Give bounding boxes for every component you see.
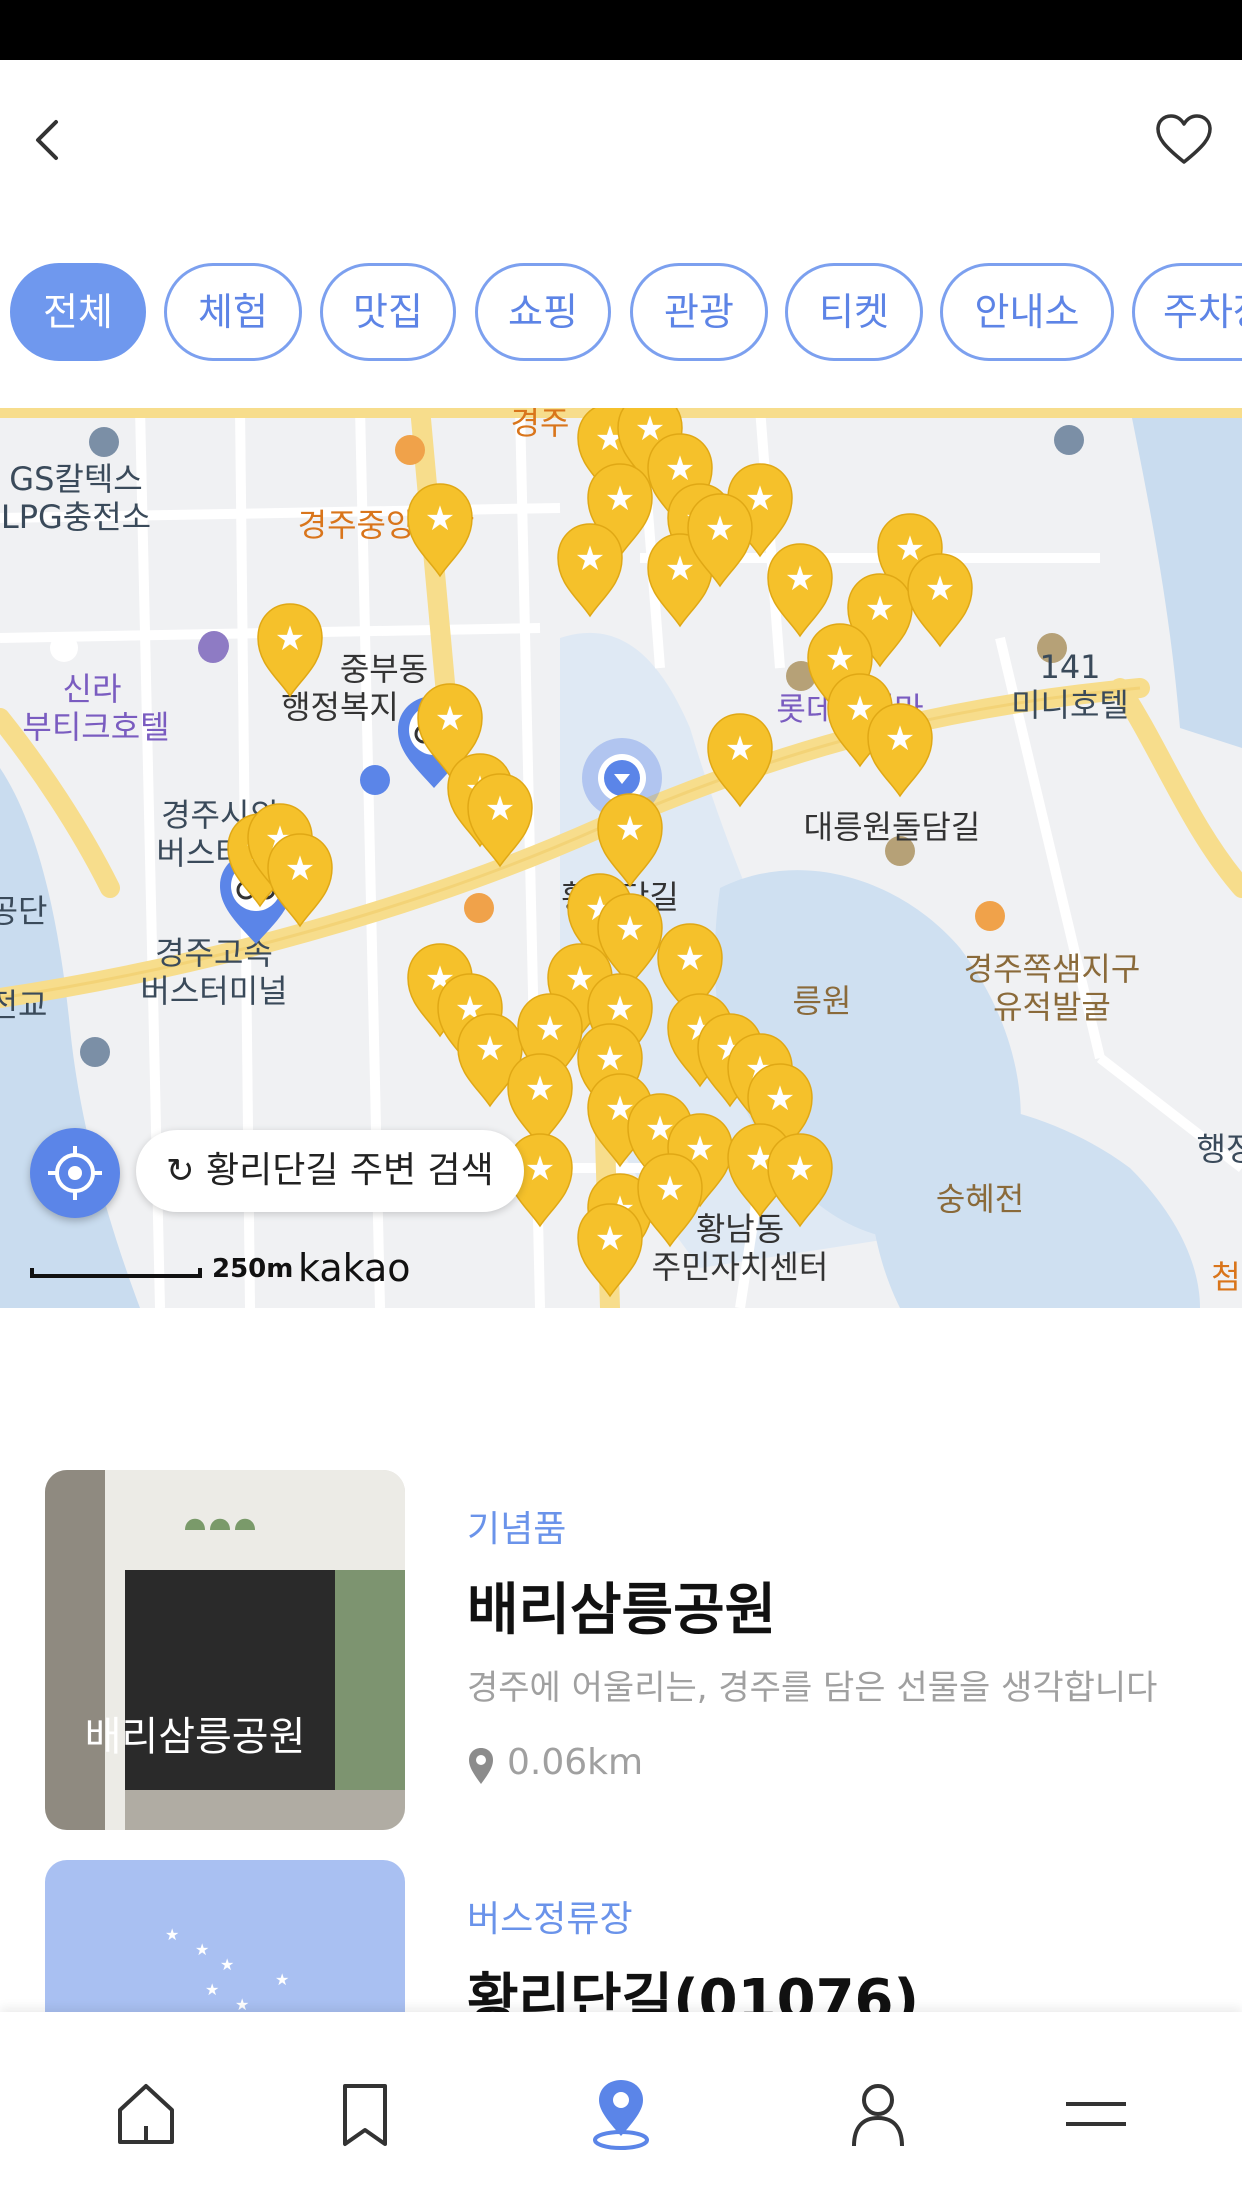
search-this-area-label: 황리단길 주변 검색 — [205, 1150, 494, 1191]
star-icon: ★ — [665, 549, 695, 589]
filter-chip-sightseeing[interactable]: 관광 — [630, 263, 768, 361]
star-icon: ★ — [605, 479, 635, 519]
menu-icon[interactable] — [1056, 2074, 1136, 2154]
map-label-jjoksaem2: 유적발굴 — [993, 988, 1111, 1026]
filter-chip-restaurant[interactable]: 맛집 — [320, 263, 456, 361]
bookmark-icon[interactable] — [325, 2074, 405, 2154]
svg-text:★: ★ — [195, 1940, 209, 1959]
map-view[interactable]: GS칼텍스 LPG충전소 경주중앙시장 신라 부티크호텔 중부동 행정복지 경주… — [0, 408, 1242, 1308]
location-pin-icon — [469, 1748, 493, 1784]
map-label-cheom: 첨 — [1211, 1258, 1240, 1296]
map-label-sunghye: 숭혜전 — [936, 1180, 1024, 1218]
map-label-gs2: LPG충전소 — [1, 498, 151, 536]
map-label-gs: GS칼텍스 — [9, 460, 142, 498]
svg-text:★: ★ — [205, 1980, 219, 1999]
result-card[interactable]: ★ ★ ★ ★ ★ ★ 버스정류장 황리단길(01076) — [45, 1860, 1205, 2012]
heart-outline-icon[interactable] — [1154, 110, 1214, 170]
category-filter-bar: 전체 체험 맛집 쇼핑 관광 티켓 안내소 주차장 — [0, 258, 1242, 368]
map-label-141b: 미니호텔 — [1011, 686, 1129, 724]
svg-text:★: ★ — [235, 1995, 249, 2012]
top-bar — [0, 60, 1242, 210]
scale-label: 250m — [212, 1254, 294, 1284]
map-label-daereung: 대릉원돌담길 — [804, 808, 981, 846]
place-distance: 0.06km — [507, 1742, 644, 1783]
map-label-silla: 신라 — [63, 670, 122, 708]
map-label-haeng: 행정 — [1197, 1130, 1242, 1168]
place-title: 배리삼릉공원 — [467, 1578, 777, 1643]
star-icon: ★ — [615, 809, 645, 849]
place-title: 황리단길(01076) — [467, 1968, 920, 2012]
star-icon: ★ — [675, 939, 705, 979]
crosshair-icon — [48, 1146, 102, 1200]
scale-bar — [30, 1268, 202, 1278]
map-label-141: 141 — [1039, 648, 1100, 686]
star-icon: ★ — [885, 719, 915, 759]
search-this-area-button[interactable]: ↻ 황리단길 주변 검색 — [136, 1130, 524, 1212]
star-icon: ★ — [725, 729, 755, 769]
star-icon: ★ — [825, 639, 855, 679]
refresh-icon: ↻ — [166, 1151, 195, 1191]
star-icon: ★ — [705, 509, 735, 549]
map-label-jungbu: 중부동 — [340, 650, 428, 688]
profile-icon[interactable] — [838, 2074, 918, 2154]
map-label-hwangnam: 황남동 — [696, 1210, 784, 1248]
filter-chip-experience[interactable]: 체험 — [164, 263, 302, 361]
star-icon: ★ — [475, 1029, 505, 1069]
star-icon: ★ — [435, 699, 465, 739]
star-icon: ★ — [575, 539, 605, 579]
map-label-silla2: 부티크호텔 — [22, 708, 169, 746]
place-category: 기념품 — [467, 1509, 567, 1550]
map-label-jjoksaem: 경주쪽샘지구 — [964, 950, 1141, 988]
place-description: 경주에 어울리는, 경주를 담은 선물을 생각합니다 — [467, 1668, 1158, 1708]
filter-chip-shopping[interactable]: 쇼핑 — [475, 263, 611, 361]
filter-chip-all[interactable]: 전체 — [10, 263, 146, 361]
svg-text:★: ★ — [220, 1955, 234, 1974]
star-icon: ★ — [275, 619, 305, 659]
place-thumbnail: ★ ★ ★ ★ ★ ★ — [45, 1860, 405, 2012]
map-label-gongdan: 공단 — [0, 892, 47, 930]
map-label-gyeongju: 경주 — [511, 408, 570, 442]
star-icon: ★ — [425, 499, 455, 539]
star-icon: ★ — [785, 1149, 815, 1189]
home-icon[interactable] — [106, 2074, 186, 2154]
filter-chip-parking[interactable]: 주차장 — [1132, 263, 1242, 361]
map-label-jeongyo: 전교 — [0, 986, 47, 1024]
star-icon: ★ — [595, 1039, 625, 1079]
status-bar — [0, 0, 1242, 60]
star-icon: ★ — [925, 569, 955, 609]
star-icon: ★ — [595, 1219, 625, 1259]
star-icon: ★ — [655, 1169, 685, 1209]
map-label-bunseong: 릉원 — [793, 982, 852, 1020]
result-card[interactable]: 배리삼릉공원 기념품 배리삼릉공원 경주에 어울리는, 경주를 담은 선물을 생… — [45, 1470, 1205, 1830]
star-icon: ★ — [865, 589, 895, 629]
place-thumbnail: 배리삼릉공원 — [45, 1470, 405, 1830]
map-pin-icon[interactable] — [581, 2074, 661, 2154]
place-category: 버스정류장 — [467, 1899, 633, 1940]
star-icon: ★ — [525, 1149, 555, 1189]
map-label-hwangnam2: 주민자치센터 — [652, 1248, 829, 1286]
star-icon: ★ — [665, 449, 695, 489]
star-icon: ★ — [285, 849, 315, 889]
star-icon: ★ — [535, 1009, 565, 1049]
filter-chip-ticket[interactable]: 티켓 — [785, 263, 923, 361]
locate-me-button[interactable] — [30, 1128, 120, 1218]
thumb-sign-text: 배리삼릉공원 — [85, 1714, 306, 1760]
filter-chip-info-center[interactable]: 안내소 — [940, 263, 1114, 361]
map-label-bus2b: 버스터미널 — [140, 972, 287, 1010]
star-icon: ★ — [605, 989, 635, 1029]
star-icon: ★ — [525, 1069, 555, 1109]
bottom-navigation — [0, 2012, 1242, 2208]
star-icon: ★ — [615, 909, 645, 949]
star-icon: ★ — [765, 1079, 795, 1119]
star-icon: ★ — [785, 559, 815, 599]
map-label-jungbu2: 행정복지 — [281, 688, 399, 726]
star-icon: ★ — [485, 789, 515, 829]
svg-text:★: ★ — [165, 1925, 179, 1944]
chevron-left-icon[interactable] — [28, 110, 68, 170]
svg-text:★: ★ — [275, 1970, 289, 1989]
kakao-logo: kakao — [298, 1246, 411, 1290]
